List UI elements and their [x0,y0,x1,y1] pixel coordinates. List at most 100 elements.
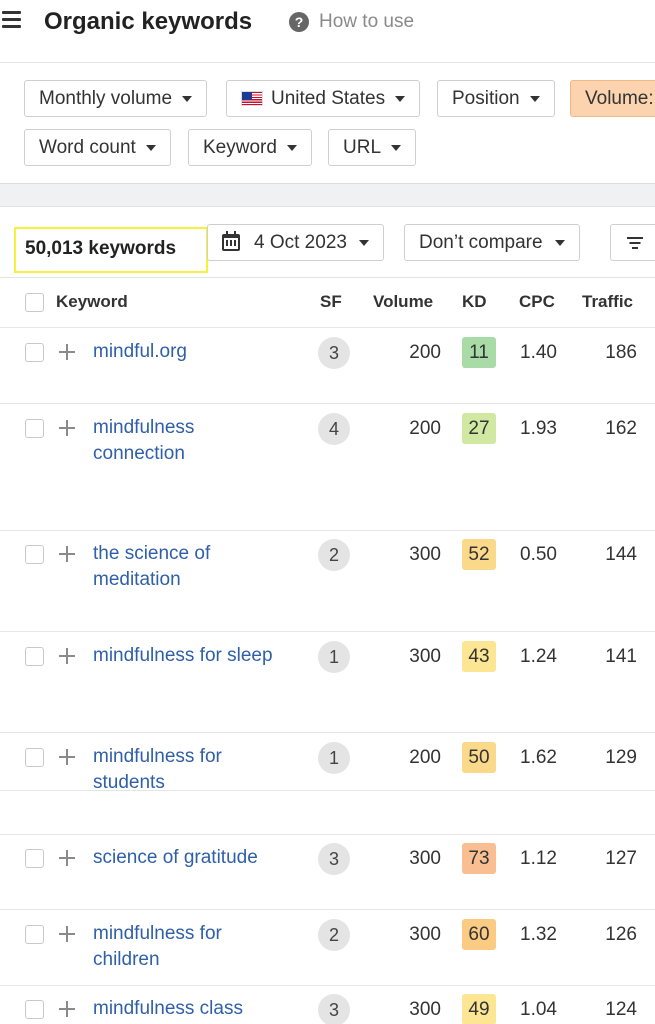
keyword-count: 50,013 keywords [14,227,208,273]
caret-down-icon [395,95,406,102]
serp-features-badge[interactable]: 1 [318,742,350,774]
page-title: Organic keywords [44,8,253,35]
row-divider [0,790,655,791]
serp-features-badge[interactable]: 3 [318,994,350,1024]
filter-label: Position [452,87,520,109]
kd-badge: 73 [462,843,496,874]
date-picker-button[interactable]: 4 Oct 2023 [207,224,384,261]
compare-dropdown[interactable]: Don’t compare [404,224,580,261]
position-filter[interactable]: Position [437,80,555,117]
row-checkbox[interactable] [25,748,44,767]
section-gap [0,184,655,206]
plus-icon[interactable] [59,648,75,664]
traffic-value: 144 [605,544,637,565]
table-row: science of gratitude 3 300 73 1.12 127 [0,835,655,910]
row-checkbox[interactable] [25,545,44,564]
col-keyword[interactable]: Keyword [56,292,128,312]
keyword-link[interactable]: mindfulness for children [93,921,243,973]
filter-label: Volume: [585,87,654,109]
word-count-filter[interactable]: Word count [24,129,171,166]
keyword-link[interactable]: mindfulness for students [93,744,243,796]
row-checkbox[interactable] [25,925,44,944]
plus-icon[interactable] [59,546,75,562]
hamburger-menu-icon[interactable] [2,11,22,29]
table-row: mindfulness class 3 300 49 1.04 124 [0,986,655,1024]
row-checkbox[interactable] [25,849,44,868]
table-row: mindfulness for sleep 1 300 43 1.24 141 [0,632,655,733]
serp-features-badge[interactable]: 4 [318,413,350,445]
kd-badge: 60 [462,919,496,950]
filter-label: Monthly volume [39,87,173,109]
kd-badge: 43 [462,641,496,672]
column-settings-button[interactable] [610,224,655,261]
traffic-value: 141 [605,646,637,667]
volume-value: 200 [409,747,441,768]
caret-down-icon [529,95,540,102]
plus-icon[interactable] [59,926,75,942]
filter-label: United States [271,87,386,109]
keyword-link[interactable]: mindfulness for sleep [93,643,293,669]
country-filter[interactable]: United States [226,80,421,117]
table-row: mindfulness connection 4 200 27 1.93 162 [0,404,655,531]
plus-icon[interactable] [59,1001,75,1017]
traffic-value: 129 [605,747,637,768]
serp-features-badge[interactable]: 2 [318,539,350,571]
cpc-value: 0.50 [520,544,557,565]
url-filter[interactable]: URL [328,129,417,166]
serp-features-badge[interactable]: 3 [318,843,350,875]
kd-badge: 27 [462,413,496,444]
question-circle-icon: ? [289,12,309,32]
keyword-link[interactable]: the science of meditation [93,541,243,593]
date-label: 4 Oct 2023 [254,231,347,253]
plus-icon[interactable] [59,420,75,436]
serp-features-badge[interactable]: 1 [318,641,350,673]
cpc-value: 1.12 [520,848,557,869]
keyword-link[interactable]: mindfulness class [93,996,293,1022]
col-cpc[interactable]: CPC [519,292,555,312]
filter-label: URL [343,136,382,158]
traffic-value: 127 [605,848,637,869]
traffic-value: 126 [605,924,637,945]
table-row: the science of meditation 2 300 52 0.50 … [0,531,655,632]
cpc-value: 1.32 [520,924,557,945]
select-all-checkbox[interactable] [25,293,44,312]
kd-badge: 49 [462,994,496,1024]
row-checkbox[interactable] [25,1000,44,1019]
row-checkbox[interactable] [25,343,44,362]
serp-features-badge[interactable]: 2 [318,919,350,951]
serp-features-badge[interactable]: 3 [318,337,350,369]
how-to-use-link[interactable]: ? How to use [289,11,414,33]
traffic-value: 124 [605,999,637,1020]
keyword-link[interactable]: mindfulness connection [93,415,223,467]
caret-down-icon [391,144,402,151]
row-checkbox[interactable] [25,647,44,666]
kd-badge: 11 [462,337,496,368]
plus-icon[interactable] [59,749,75,765]
keyword-link[interactable]: science of gratitude [93,845,293,871]
volume-value: 300 [409,999,441,1020]
col-sf[interactable]: SF [320,292,342,312]
plus-icon[interactable] [59,850,75,866]
cpc-value: 1.62 [520,747,557,768]
monthly-volume-filter[interactable]: Monthly volume [24,80,208,117]
header-bar: Organic keywords ? How to use [0,0,655,48]
plus-icon[interactable] [59,344,75,360]
cpc-value: 1.40 [520,342,557,363]
keyword-link[interactable]: mindful.org [93,339,293,365]
volume-filter-active[interactable]: Volume: [570,80,655,117]
keyword-filter[interactable]: Keyword [188,129,312,166]
table-row: mindfulness for students 1 200 50 1.62 1… [0,733,655,835]
traffic-value: 186 [605,342,637,363]
filter-lines-icon [627,236,643,250]
volume-value: 300 [409,924,441,945]
col-kd[interactable]: KD [462,292,487,312]
volume-value: 300 [409,848,441,869]
results-toolbar: 50,013 keywords 4 Oct 2023 Don’t compare [0,206,655,278]
volume-value: 200 [409,418,441,439]
calendar-icon [222,231,240,251]
volume-value: 300 [409,646,441,667]
col-volume[interactable]: Volume [373,292,433,312]
row-checkbox[interactable] [25,419,44,438]
col-traffic[interactable]: Traffic [582,292,633,312]
table-row: mindful.org 3 200 11 1.40 186 [0,328,655,404]
